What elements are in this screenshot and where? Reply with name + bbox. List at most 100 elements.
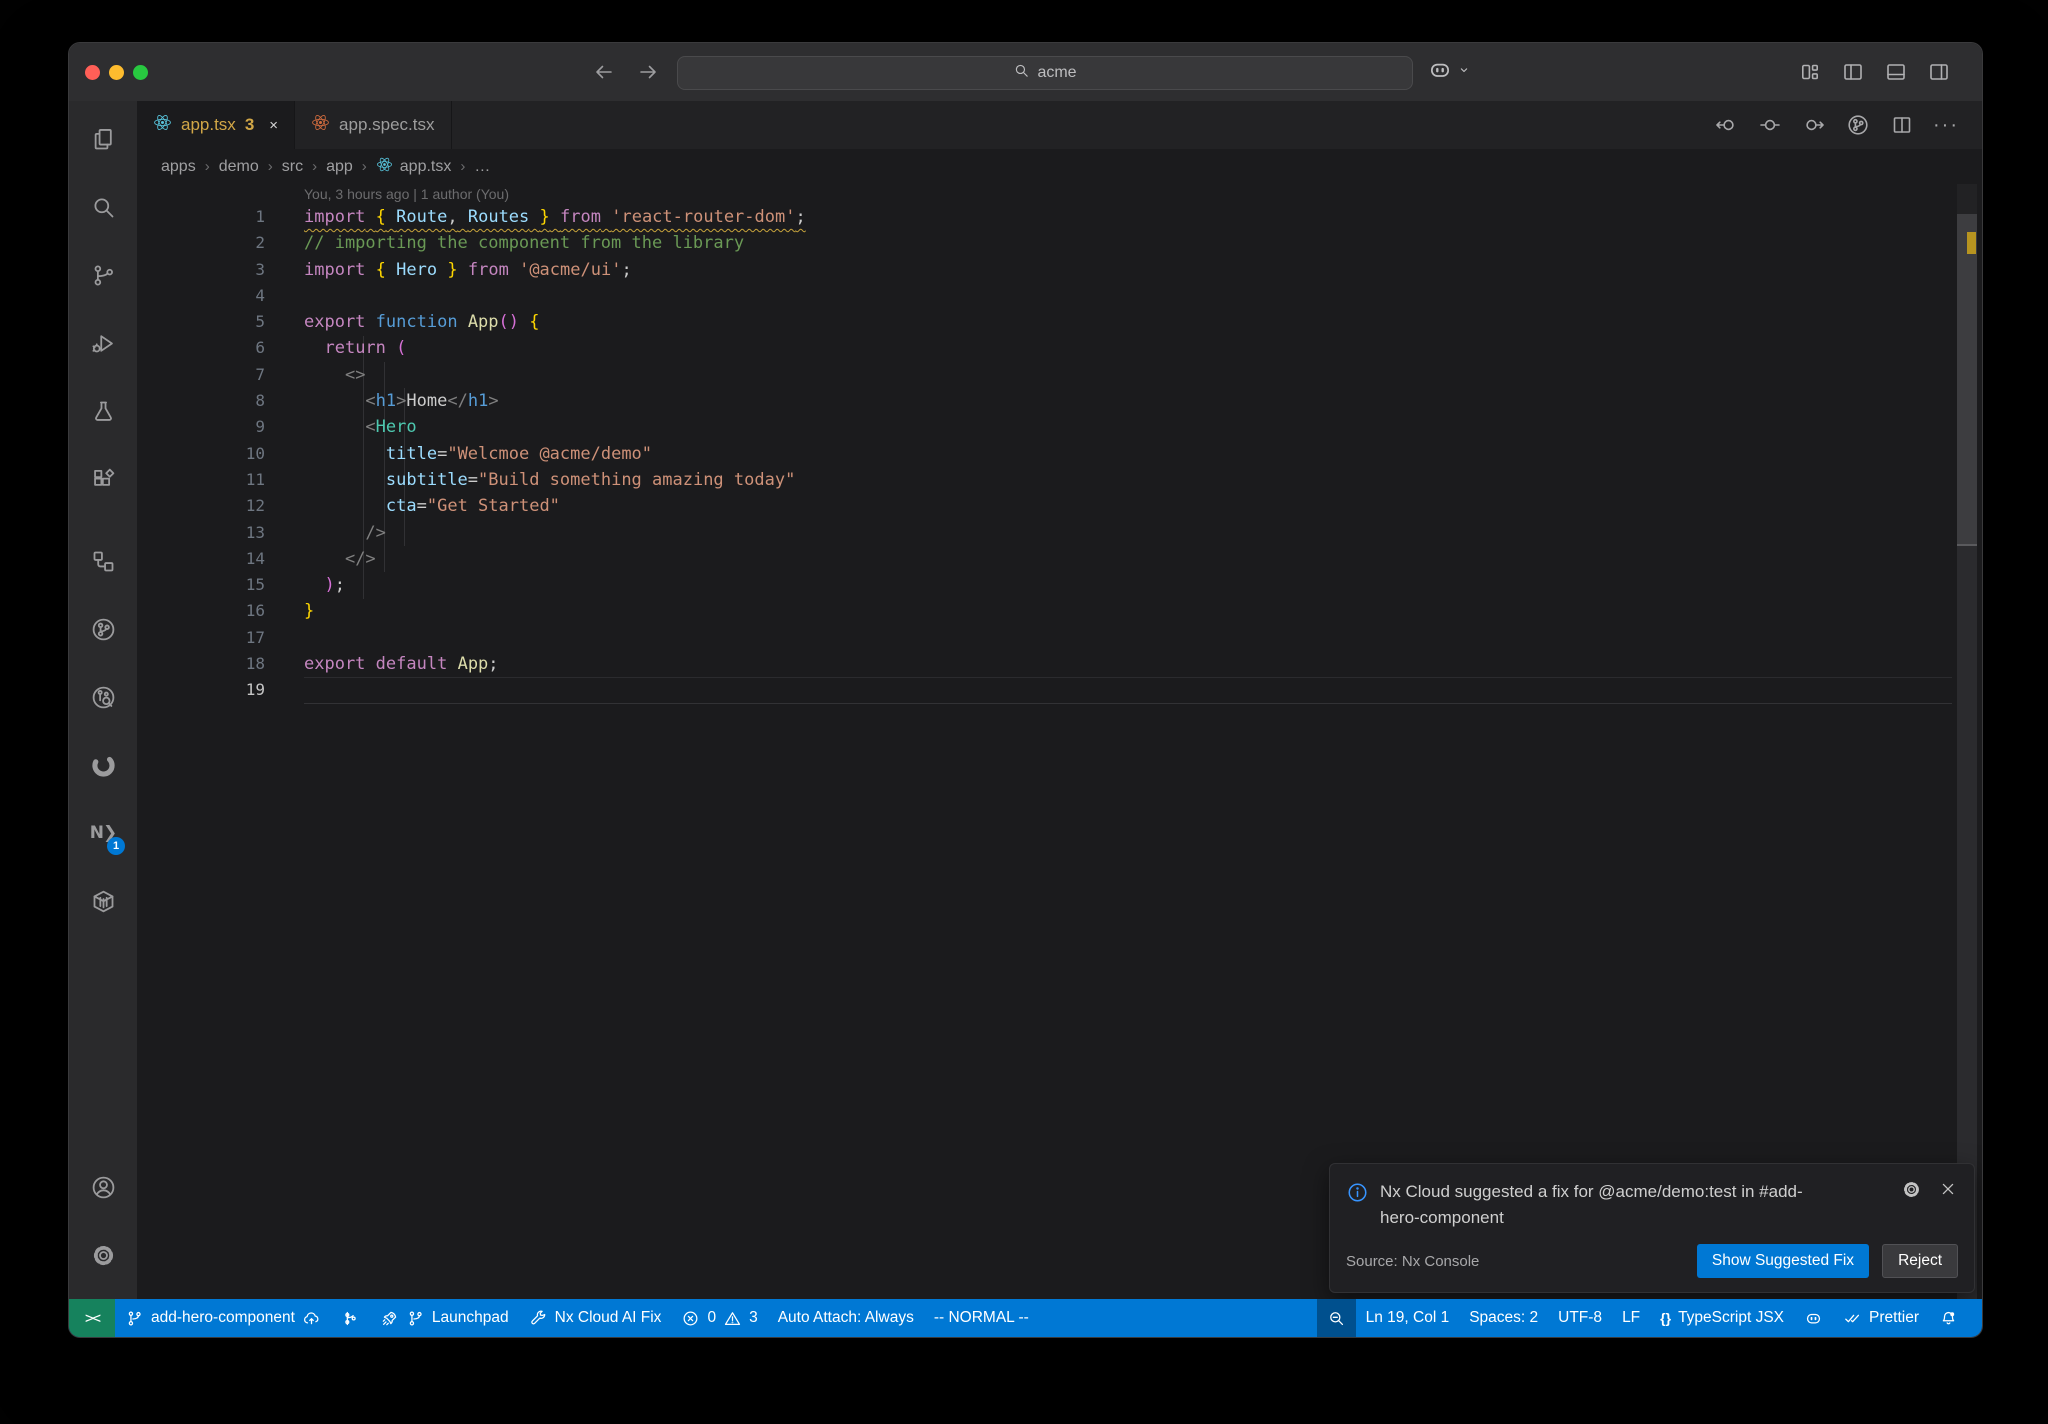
code-line-12[interactable]: 12 cta="Get Started"	[137, 493, 1952, 519]
activity-testing-button[interactable]	[79, 387, 127, 435]
status-encoding[interactable]: UTF-8	[1548, 1299, 1612, 1337]
activity-package-explorer-button[interactable]	[79, 877, 127, 925]
traffic-light-close[interactable]	[85, 64, 100, 80]
tab-app-tsx[interactable]: app.tsx 3 ×	[137, 101, 296, 149]
scrollbar-thumb[interactable]	[1957, 214, 1977, 544]
status-vim-mode[interactable]: -- NORMAL --	[924, 1299, 1039, 1337]
tab-label: app.tsx	[181, 115, 236, 134]
breadcrumb-separator: ›	[312, 158, 318, 175]
layout-customize-button[interactable]	[1797, 59, 1823, 85]
nav-left-button[interactable]	[591, 59, 617, 85]
code-line-10[interactable]: 10 title="Welcmoe @acme/demo"	[137, 441, 1952, 467]
activity-edge-browser-button[interactable]	[79, 741, 127, 789]
split-editor-button[interactable]	[1888, 111, 1916, 139]
line-number: 16	[245, 601, 265, 621]
status-label: UTF-8	[1558, 1309, 1603, 1326]
code-line-2[interactable]: 2 // importing the component from the lib…	[137, 230, 1952, 256]
code-line-9[interactable]: 9 <Hero	[137, 414, 1952, 440]
nav-fwd-circle-button[interactable]	[1800, 111, 1828, 139]
code-line-7[interactable]: 7 <>	[137, 362, 1952, 388]
activity-nx-console-button[interactable]: N❯ 1	[79, 809, 127, 857]
copilot-icon[interactable]	[1427, 57, 1453, 88]
tab-close-icon[interactable]: ×	[269, 117, 278, 134]
status-indentation[interactable]: Spaces: 2	[1459, 1299, 1548, 1337]
nav-circle-button[interactable]	[1756, 111, 1784, 139]
nav-back-circle-button[interactable]	[1712, 111, 1740, 139]
code-line-8[interactable]: 8 <h1>Home</h1>	[137, 388, 1952, 414]
code-line-4[interactable]: 4	[137, 283, 1952, 309]
status-git-graph[interactable]	[331, 1299, 370, 1337]
notification-settings-gear-icon[interactable]	[1901, 1179, 1922, 1232]
code-line-14[interactable]: 14 </>	[137, 546, 1952, 572]
code-line-16[interactable]: 16}	[137, 598, 1952, 624]
status-formatter[interactable]: Prettier	[1833, 1299, 1929, 1337]
reject-button[interactable]: Reject	[1882, 1244, 1958, 1278]
nav-right-button[interactable]	[635, 59, 661, 85]
copilot-menu[interactable]	[1427, 57, 1473, 88]
status-launchpad[interactable]: Launchpad	[370, 1299, 519, 1337]
mini-branch-icon	[406, 1309, 425, 1328]
layout-panel-button[interactable]	[1883, 59, 1909, 85]
gitlens-circle-button[interactable]	[1844, 111, 1872, 139]
activity-source-control-button[interactable]	[79, 251, 127, 299]
activity-type-hierarchy-button[interactable]	[79, 537, 127, 585]
notification-close-icon[interactable]	[1938, 1179, 1958, 1232]
breadcrumb-item-demo[interactable]: demo	[219, 158, 259, 176]
ellipsis-button[interactable]: ···	[1932, 111, 1960, 139]
activity-explorer-button[interactable]	[79, 115, 127, 163]
remote-indicator[interactable]: ><	[69, 1299, 115, 1337]
code-line-19[interactable]: 19	[137, 677, 1952, 703]
code-line-17[interactable]: 17	[137, 625, 1952, 651]
react-icon	[153, 113, 172, 137]
line-number: 6	[255, 338, 265, 358]
command-center[interactable]: acme	[677, 56, 1413, 90]
breadcrumb-label: src	[281, 157, 304, 175]
status-label: Ln 19, Col 1	[1365, 1309, 1450, 1326]
code-line-13[interactable]: 13 />	[137, 520, 1952, 546]
status-label: add-hero-component	[151, 1309, 295, 1326]
breadcrumb-item-[interactable]: …	[474, 158, 490, 176]
status-zoom-out[interactable]	[1316, 1299, 1356, 1337]
status-cursor-position[interactable]: Ln 19, Col 1	[1356, 1299, 1460, 1337]
breadcrumb-item-src[interactable]: src	[282, 158, 303, 176]
code-line-11[interactable]: 11 subtitle="Build something amazing tod…	[137, 467, 1952, 493]
breadcrumb-item-app[interactable]: app	[326, 158, 353, 176]
tab-app-spec-tsx[interactable]: app.spec.tsx	[295, 101, 452, 149]
status-language-mode[interactable]: {} TypeScript JSX	[1650, 1299, 1794, 1337]
code-line-6[interactable]: 6 return (	[137, 335, 1952, 361]
code-line-5[interactable]: 5 export function App() {	[137, 309, 1952, 335]
code-text: <h1>Home</h1>	[365, 391, 499, 412]
git-blame-annotation: You, 3 hours ago | 1 author (You)	[304, 186, 509, 202]
activity-run-debug-button[interactable]	[79, 319, 127, 367]
status-problems[interactable]: 03	[671, 1299, 767, 1337]
code-line-3[interactable]: 3 import { Hero } from '@acme/ui';	[137, 257, 1952, 283]
code-line-15[interactable]: 15 );	[137, 572, 1952, 598]
line-number: 9	[255, 417, 265, 437]
traffic-light-minimize[interactable]	[109, 64, 124, 80]
breadcrumb-item-apps[interactable]: apps	[161, 158, 196, 176]
show-suggested-fix-button[interactable]: Show Suggested Fix	[1696, 1244, 1870, 1278]
activity-search-button[interactable]	[79, 183, 127, 231]
status-notifications-bell[interactable]	[1929, 1299, 1968, 1337]
status-eol[interactable]: LF	[1612, 1299, 1650, 1337]
status-copilot-status[interactable]	[1794, 1299, 1833, 1337]
code-line-18[interactable]: 18 export default App;	[137, 651, 1952, 677]
status-auto-attach[interactable]: Auto Attach: Always	[768, 1299, 924, 1337]
title-bar: acme	[69, 43, 1982, 101]
layout-sidebar-left-button[interactable]	[1840, 59, 1866, 85]
zoom-out-icon	[1327, 1309, 1346, 1328]
status-git-branch[interactable]: add-hero-component	[115, 1299, 331, 1337]
layout-sidebar-right-button[interactable]	[1926, 59, 1952, 85]
editor-pane[interactable]: You, 3 hours ago | 1 author (You) 1 impor…	[137, 184, 1982, 1299]
activity-accounts-button[interactable]	[79, 1163, 127, 1211]
status-nx-cloud-ai-fix[interactable]: Nx Cloud AI Fix	[519, 1299, 672, 1337]
activity-gitlens-button[interactable]	[79, 605, 127, 653]
activity-extensions-button[interactable]	[79, 455, 127, 503]
chevron-down-icon[interactable]	[1455, 61, 1473, 84]
activity-gitlens-inspect-button[interactable]	[79, 673, 127, 721]
code-line-1[interactable]: 1 import { Route, Routes } from 'react-ro…	[137, 204, 1952, 230]
breadcrumb-item-apptsx[interactable]: app.tsx	[376, 156, 451, 178]
traffic-light-zoom[interactable]	[133, 64, 148, 80]
activity-settings-button[interactable]	[79, 1231, 127, 1279]
line-number: 12	[245, 496, 265, 516]
